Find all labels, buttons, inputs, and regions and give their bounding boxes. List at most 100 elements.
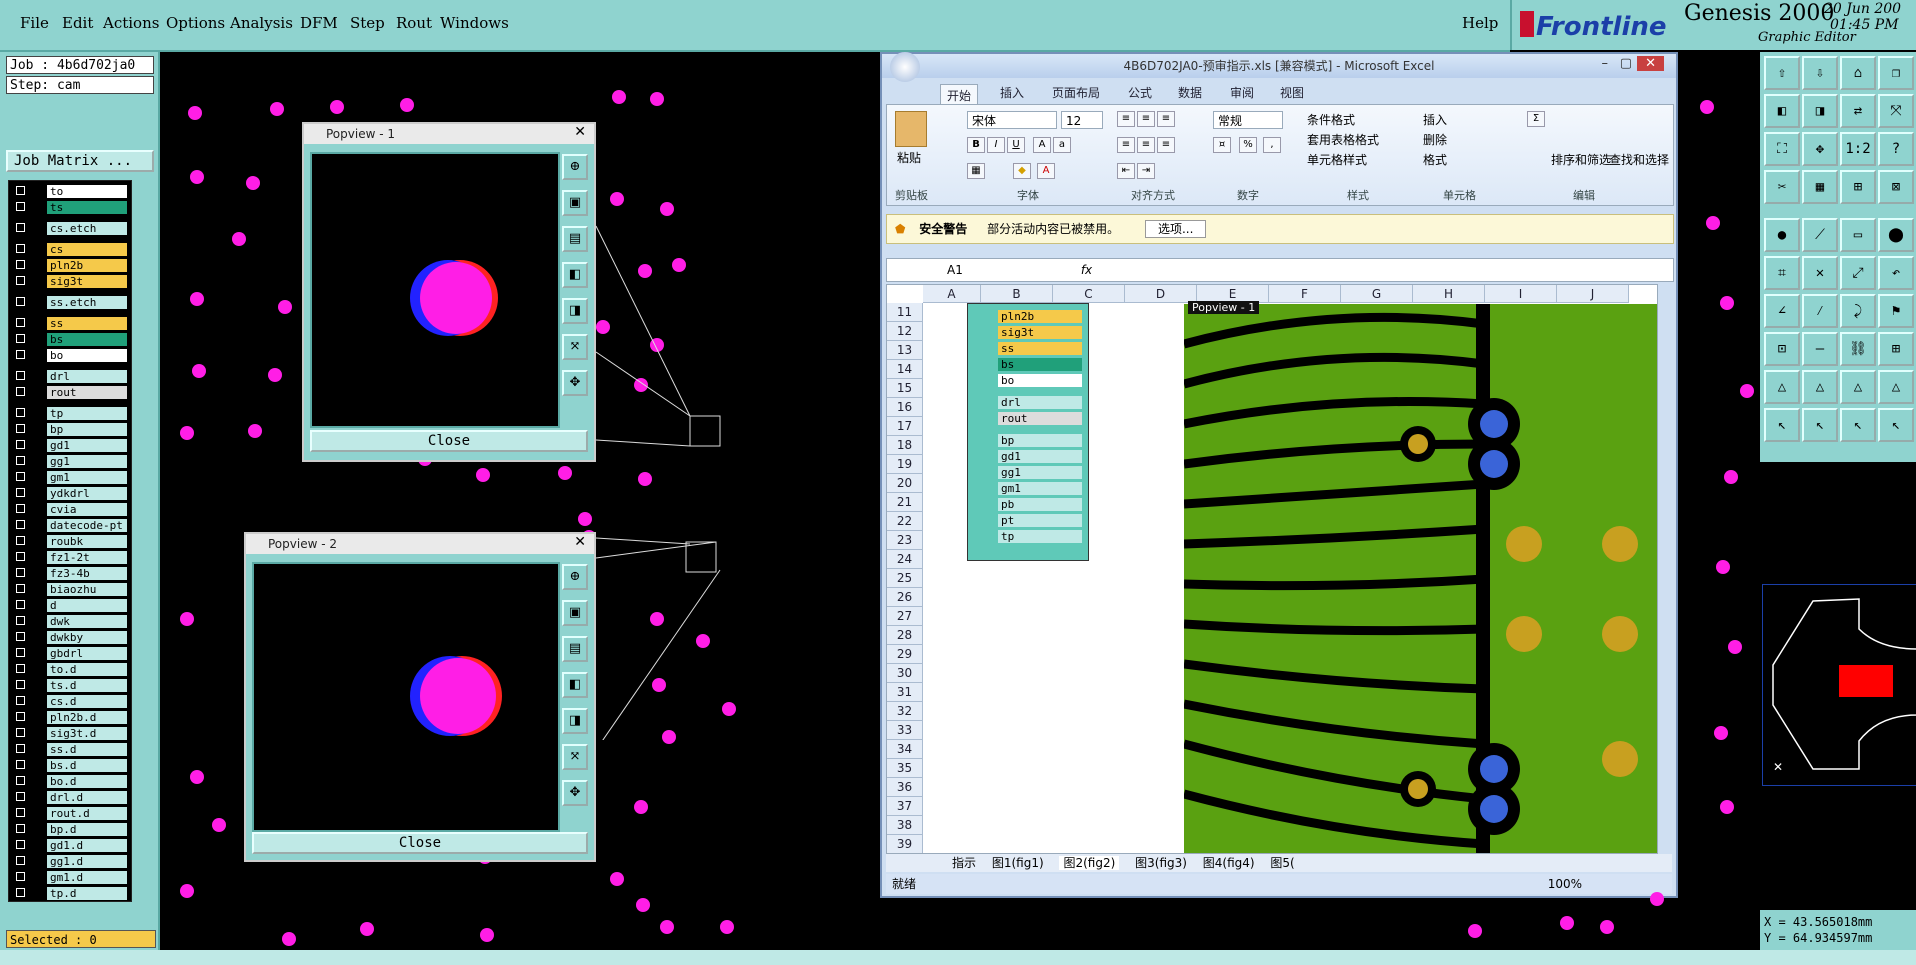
layer-row[interactable]: cvia	[11, 503, 129, 516]
layer-row[interactable]: ss.etch	[11, 296, 129, 309]
layer-checkbox[interactable]	[16, 648, 25, 657]
row-header[interactable]: 33	[887, 721, 923, 740]
layer-name[interactable]: gd1	[47, 439, 127, 452]
sheet-tab-2[interactable]: 图2(fig2)	[1059, 856, 1120, 870]
layer-name[interactable]: rout	[47, 386, 127, 399]
layer-checkbox[interactable]	[16, 552, 25, 561]
layer-row[interactable]: sig3t.d	[11, 727, 129, 740]
triangle4-icon[interactable]: △	[1878, 370, 1914, 404]
layer-name[interactable]: to.d	[47, 663, 127, 676]
fx-icon[interactable]: fx	[1081, 263, 1092, 277]
layer-name[interactable]: pln2b	[47, 259, 127, 272]
row-header[interactable]: 37	[887, 797, 923, 816]
layer-checkbox[interactable]	[16, 616, 25, 625]
layer-row[interactable]: ss.d	[11, 743, 129, 756]
layer-checkbox[interactable]	[16, 760, 25, 769]
sheet-tab-5[interactable]: 图5(	[1270, 856, 1294, 870]
layer-checkbox[interactable]	[16, 387, 25, 396]
layer-row[interactable]: tp	[11, 407, 129, 420]
row-header[interactable]: 31	[887, 683, 923, 702]
layer-row[interactable]: tp.d	[11, 887, 129, 900]
menu-analysis[interactable]: Analysis	[230, 14, 293, 32]
zoom-level[interactable]: 100%	[1548, 874, 1582, 894]
layer-name[interactable]: ydkdrl	[47, 487, 127, 500]
grow-font-icon[interactable]: A	[1033, 137, 1051, 153]
pan-left-icon[interactable]: ◧	[562, 672, 588, 698]
maximize-icon[interactable]: ▢	[1620, 56, 1632, 71]
layer-checkbox[interactable]	[16, 872, 25, 881]
layer-name[interactable]: ss.etch	[47, 296, 127, 309]
layer-name[interactable]: gbdrl	[47, 647, 127, 660]
column-header[interactable]: H	[1413, 285, 1485, 303]
dot-icon[interactable]: ⬤	[1878, 218, 1914, 252]
layer-name[interactable]: gm1.d	[47, 871, 127, 884]
layer-name[interactable]: sig3t.d	[47, 727, 127, 740]
sheet-tab-1[interactable]: 图1(fig1)	[992, 856, 1044, 870]
layer-checkbox[interactable]	[16, 824, 25, 833]
layer-name[interactable]: datecode-pt	[47, 519, 127, 532]
fit-icon[interactable]: ⤧	[562, 744, 588, 770]
fill-color-icon[interactable]: ◆	[1013, 163, 1031, 179]
layer-row[interactable]: rout.d	[11, 807, 129, 820]
paste-label[interactable]: 粘贴	[897, 149, 921, 166]
layer-list[interactable]: to ts cs.etch cs pln2b sig3t ss.etch ss bs bo drl r…	[8, 180, 132, 902]
layer-row[interactable]: ts.d	[11, 679, 129, 692]
sum-icon[interactable]: Σ	[1527, 111, 1545, 127]
sheet-tab-3[interactable]: 图3(fig3)	[1135, 856, 1187, 870]
layer-checkbox[interactable]	[16, 260, 25, 269]
tab-home[interactable]: 开始	[940, 84, 979, 106]
layer-checkbox[interactable]	[16, 776, 25, 785]
layer-name[interactable]: cs.d	[47, 695, 127, 708]
layer-checkbox[interactable]	[16, 297, 25, 306]
grid-icon[interactable]: ▦	[1802, 170, 1838, 204]
layer-row[interactable]: bp	[11, 423, 129, 436]
layer-checkbox[interactable]	[16, 371, 25, 380]
column-header[interactable]: D	[1125, 285, 1197, 303]
row-header[interactable]: 13	[887, 341, 923, 360]
pointer-icon[interactable]: ↖	[1764, 408, 1800, 442]
layer-row[interactable]: bo.d	[11, 775, 129, 788]
layer-row[interactable]: to.d	[11, 663, 129, 676]
layer-name[interactable]: bs.d	[47, 759, 127, 772]
layer-row[interactable]: d	[11, 599, 129, 612]
layer-checkbox[interactable]	[16, 632, 25, 641]
row-header[interactable]: 35	[887, 759, 923, 778]
layer-row[interactable]: bs	[11, 333, 129, 346]
conditional-format-button[interactable]: 条件格式	[1307, 111, 1355, 128]
italic-icon[interactable]: I	[987, 137, 1005, 153]
layer-checkbox[interactable]	[16, 888, 25, 897]
shrink-font-icon[interactable]: a	[1053, 137, 1071, 153]
zoom-icon[interactable]: ⊕	[562, 564, 588, 590]
column-header[interactable]: J	[1557, 285, 1629, 303]
angle-icon[interactable]: ∠	[1764, 294, 1800, 328]
layer-row[interactable]: gd1	[11, 439, 129, 452]
row-header[interactable]: 17	[887, 417, 923, 436]
column-header[interactable]: I	[1485, 285, 1557, 303]
measure-icon[interactable]: ✂	[1764, 170, 1800, 204]
layer-row[interactable]: bs.d	[11, 759, 129, 772]
align-middle-icon[interactable]: ≡	[1137, 111, 1155, 127]
layer-checkbox[interactable]	[16, 276, 25, 285]
outdent-icon[interactable]: ⇥	[1137, 163, 1155, 179]
zoom-in-icon[interactable]: ▣	[562, 600, 588, 626]
layer-row[interactable]: pln2b.d	[11, 711, 129, 724]
indent-icon[interactable]: ⇤	[1117, 163, 1135, 179]
layer-row[interactable]: ts	[11, 201, 129, 214]
menu-file[interactable]: File	[20, 14, 49, 32]
layer-name[interactable]: cs.etch	[47, 222, 127, 235]
layer-row[interactable]: gg1.d	[11, 855, 129, 868]
pointer2-icon[interactable]: ↖	[1802, 408, 1838, 442]
zoom-out-icon[interactable]: ▤	[562, 636, 588, 662]
row-header[interactable]: 22	[887, 512, 923, 531]
format-cells-button[interactable]: 格式	[1423, 151, 1447, 168]
minimize-icon[interactable]: –	[1602, 56, 1609, 71]
row-header[interactable]: 14	[887, 360, 923, 379]
layer-checkbox[interactable]	[16, 744, 25, 753]
underline-icon[interactable]: U	[1007, 137, 1025, 153]
layer-name[interactable]: to	[47, 185, 127, 198]
layer-row[interactable]: drl	[11, 370, 129, 383]
office-button-icon[interactable]	[890, 52, 920, 82]
row-header[interactable]: 21	[887, 493, 923, 512]
layer-name[interactable]: pln2b.d	[47, 711, 127, 724]
line-icon[interactable]: ⟋	[1802, 218, 1838, 252]
